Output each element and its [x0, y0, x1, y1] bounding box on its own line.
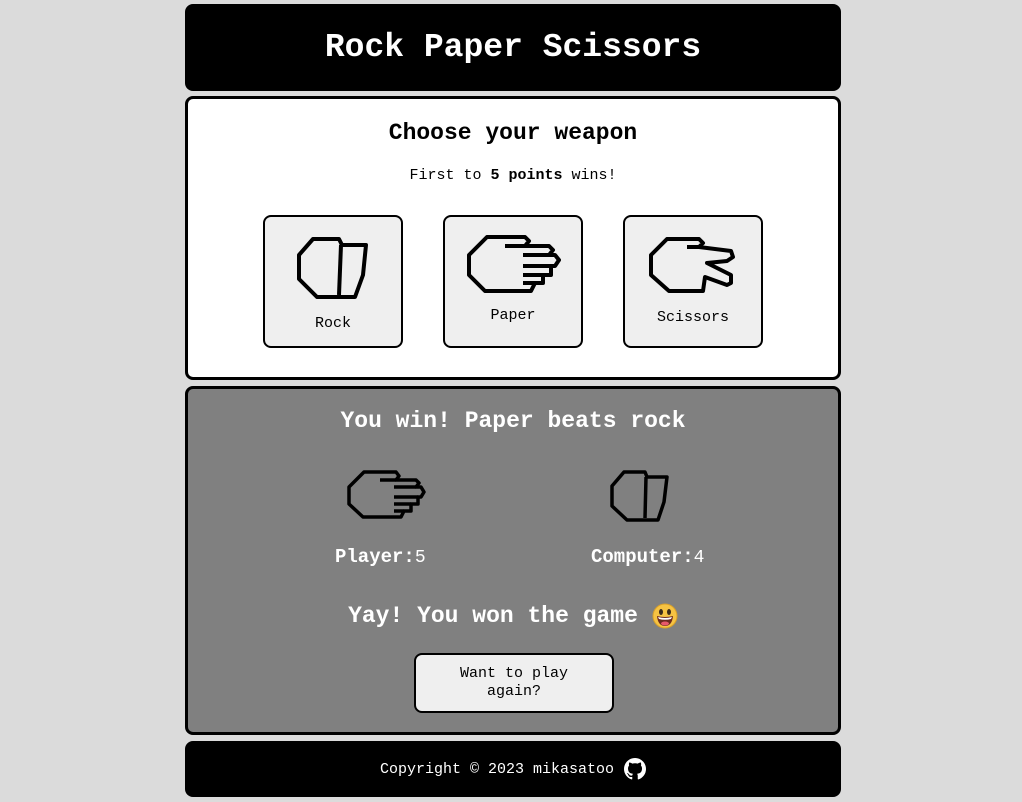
game-over-text: Yay! You won the game — [348, 603, 638, 629]
app: Rock Paper Scissors Choose your weapon F… — [185, 4, 841, 797]
computer-score-value: 4 — [693, 548, 705, 568]
round-result: You win! Paper beats rock — [340, 408, 686, 434]
subtitle-prefix: First to — [409, 167, 491, 184]
computer-rock-icon — [610, 470, 669, 522]
result-card: You win! Paper beats rock Player: 5 Compu… — [185, 386, 841, 735]
player-paper-icon — [347, 470, 426, 519]
rock-button[interactable]: Rock — [263, 215, 403, 348]
scissors-button[interactable]: Scissors — [623, 215, 763, 348]
grinning-face-icon — [652, 603, 678, 629]
play-again-button[interactable]: Want to play again? — [414, 653, 614, 713]
choose-subtitle: First to 5 points wins! — [188, 167, 838, 184]
computer-score-label: Computer: — [591, 546, 694, 568]
choose-title: Choose your weapon — [388, 120, 638, 146]
subtitle-suffix: wins! — [562, 167, 617, 184]
page-title: Rock Paper Scissors — [324, 29, 702, 66]
scissors-label: Scissors — [656, 309, 729, 326]
weapon-buttons: Rock Paper Scissors — [263, 215, 763, 348]
github-icon[interactable] — [624, 758, 647, 780]
computer-score: Computer: 4 — [591, 546, 704, 568]
scissors-icon — [649, 237, 735, 293]
player-score: Player: 5 — [335, 546, 426, 568]
player-score-value: 5 — [414, 548, 426, 568]
copyright-text: Copyright © 2023 mikasatoo — [379, 760, 615, 778]
subtitle-points: 5 points — [490, 167, 563, 184]
paper-label: Paper — [490, 307, 536, 324]
game-over-message: Yay! You won the game — [188, 603, 838, 629]
paper-icon — [467, 235, 561, 293]
choose-weapon-card: Choose your weapon First to 5 points win… — [185, 96, 841, 380]
paper-button[interactable]: Paper — [443, 215, 583, 348]
header: Rock Paper Scissors — [185, 4, 841, 91]
player-score-label: Player: — [335, 546, 415, 568]
footer: Copyright © 2023 mikasatoo — [185, 741, 841, 797]
rock-icon — [297, 237, 368, 299]
rock-label: Rock — [314, 315, 351, 332]
